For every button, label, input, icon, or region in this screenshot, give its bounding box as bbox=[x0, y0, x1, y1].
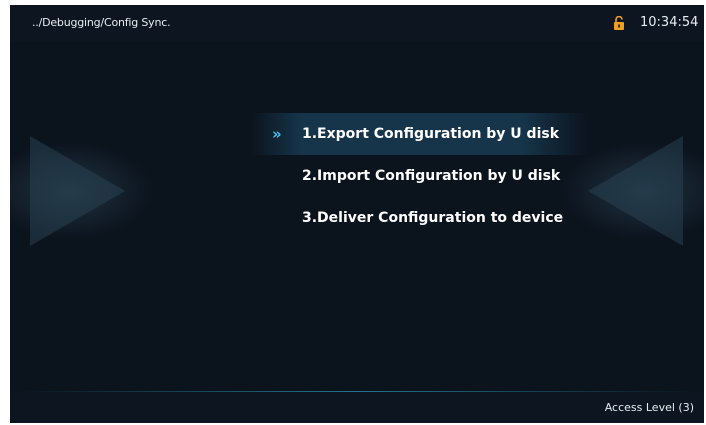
double-chevron-right-icon: » bbox=[272, 125, 282, 143]
menu-item-deliver-config[interactable]: 3.Deliver Configuration to device bbox=[250, 197, 590, 239]
config-sync-menu: » 1.Export Configuration by U disk 2.Imp… bbox=[250, 113, 590, 239]
right-decoration bbox=[588, 136, 683, 246]
menu-item-label: 2.Import Configuration by U disk bbox=[302, 168, 561, 184]
menu-item-export-config[interactable]: » 1.Export Configuration by U disk bbox=[250, 113, 590, 155]
footer-bar: Access Level (3) bbox=[10, 392, 704, 423]
clock-time: 10:34:54 bbox=[640, 15, 699, 30]
menu-item-label: 3.Deliver Configuration to device bbox=[302, 210, 564, 226]
menu-item-label: 1.Export Configuration by U disk bbox=[302, 126, 560, 142]
breadcrumb[interactable]: ../Debugging/Config Sync. bbox=[32, 16, 171, 29]
status-bar: ../Debugging/Config Sync. 10:34:54 bbox=[10, 5, 704, 41]
menu-item-import-config[interactable]: 2.Import Configuration by U disk bbox=[250, 155, 590, 197]
left-decoration bbox=[30, 136, 125, 246]
access-level-label[interactable]: Access Level (3) bbox=[605, 401, 694, 414]
device-screen: ../Debugging/Config Sync. 10:34:54 » 1.E… bbox=[10, 5, 704, 423]
main-content: » 1.Export Configuration by U disk 2.Imp… bbox=[10, 41, 704, 391]
unlocked-padlock-icon[interactable] bbox=[613, 16, 625, 30]
